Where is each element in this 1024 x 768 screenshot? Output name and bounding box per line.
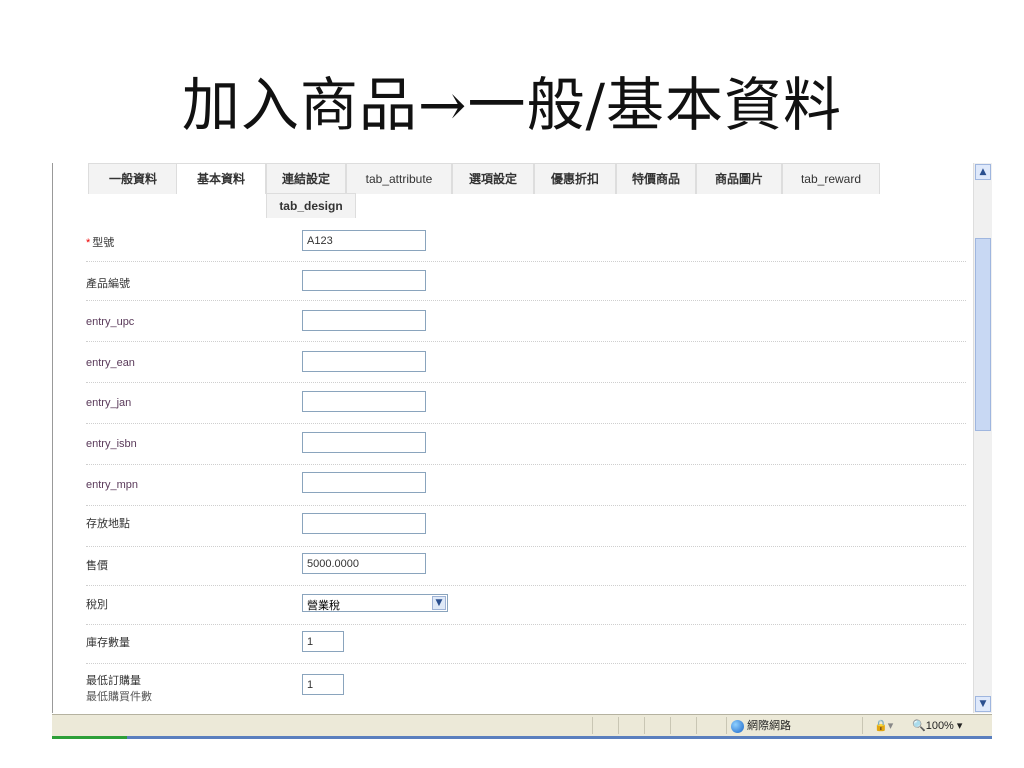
form-row-sku: 產品編號 bbox=[86, 262, 966, 301]
form-row-quantity: 庫存數量 bbox=[86, 625, 966, 664]
form-row-mpn: entry_mpn bbox=[86, 465, 966, 506]
sku-input[interactable] bbox=[302, 270, 426, 291]
magnifier-icon: 🔍 bbox=[912, 720, 926, 732]
price-label: 售價 bbox=[86, 560, 108, 572]
tax-class-select[interactable]: 營業稅 ▼ bbox=[302, 594, 448, 612]
tab-special[interactable]: 特價商品 bbox=[616, 163, 696, 194]
tab-options[interactable]: 選項設定 bbox=[452, 163, 534, 194]
vertical-scrollbar[interactable]: ▲ ▼ bbox=[973, 163, 992, 713]
chevron-down-icon[interactable]: ▼ bbox=[432, 596, 446, 610]
location-label: 存放地點 bbox=[86, 518, 130, 530]
status-divider bbox=[696, 717, 697, 734]
mpn-input[interactable] bbox=[302, 472, 426, 493]
isbn-input[interactable] bbox=[302, 432, 426, 453]
scroll-down-icon[interactable]: ▼ bbox=[975, 696, 991, 712]
required-mark: * bbox=[86, 237, 91, 249]
tab-general[interactable]: 一般資料 bbox=[88, 163, 178, 194]
status-divider bbox=[670, 717, 671, 734]
status-divider bbox=[618, 717, 619, 734]
tax-class-value: 營業稅 bbox=[307, 599, 340, 612]
tab-attribute[interactable]: tab_attribute bbox=[346, 163, 452, 194]
security-zone[interactable]: 網際網路 bbox=[731, 718, 791, 734]
ean-label: entry_ean bbox=[86, 357, 135, 369]
tab-reward[interactable]: tab_reward bbox=[782, 163, 880, 194]
location-input[interactable] bbox=[302, 513, 426, 534]
tab-image[interactable]: 商品圖片 bbox=[696, 163, 782, 194]
tab-data[interactable]: 基本資料 bbox=[176, 163, 266, 194]
quantity-label: 庫存數量 bbox=[86, 637, 130, 649]
form-row-price: 售價 bbox=[86, 547, 966, 586]
isbn-label: entry_isbn bbox=[86, 438, 137, 450]
form-row-model: * 型號 bbox=[86, 225, 966, 262]
status-divider bbox=[862, 717, 863, 734]
status-divider bbox=[592, 717, 593, 734]
quantity-input[interactable] bbox=[302, 631, 344, 652]
content-left-border bbox=[52, 163, 53, 713]
price-input[interactable] bbox=[302, 553, 426, 574]
protected-mode-icon[interactable]: 🔒▾ bbox=[874, 718, 893, 734]
zoom-control[interactable]: 🔍100% ▾ bbox=[912, 718, 962, 734]
form-row-upc: entry_upc bbox=[86, 301, 966, 342]
sku-label: 產品編號 bbox=[86, 278, 130, 290]
upc-label: entry_upc bbox=[86, 316, 135, 328]
tab-bar: 一般資料 基本資料 連結設定 tab_attribute 選項設定 優惠折扣 特… bbox=[88, 163, 938, 218]
status-divider bbox=[644, 717, 645, 734]
form-row-ean: entry_ean bbox=[86, 342, 966, 383]
globe-icon bbox=[731, 719, 744, 733]
model-input[interactable] bbox=[302, 230, 426, 251]
form-row-tax: 稅別 營業稅 ▼ bbox=[86, 586, 966, 625]
scroll-up-icon[interactable]: ▲ bbox=[975, 164, 991, 180]
taskbar-strip bbox=[52, 736, 992, 739]
form-row-isbn: entry_isbn bbox=[86, 424, 966, 465]
jan-label: entry_jan bbox=[86, 397, 132, 409]
status-bar: 網際網路 🔒▾ 🔍100% ▾ bbox=[52, 714, 992, 737]
ean-input[interactable] bbox=[302, 351, 426, 372]
mpn-label: entry_mpn bbox=[86, 479, 138, 491]
scroll-thumb[interactable] bbox=[975, 238, 991, 431]
tab-discount[interactable]: 優惠折扣 bbox=[534, 163, 616, 194]
minimum-input[interactable] bbox=[302, 674, 344, 695]
form-row-jan: entry_jan bbox=[86, 383, 966, 424]
jan-input[interactable] bbox=[302, 391, 426, 412]
minimum-sublabel: 最低購買件數 bbox=[86, 691, 152, 703]
form-row-minimum: 最低訂購量 最低購買件數 bbox=[86, 664, 966, 710]
tab-design[interactable]: tab_design bbox=[266, 193, 356, 218]
tab-links[interactable]: 連結設定 bbox=[266, 163, 346, 194]
status-divider bbox=[726, 717, 727, 734]
slide-title: 加入商品→一般/基本資料 bbox=[181, 71, 843, 139]
form-row-location: 存放地點 bbox=[86, 506, 966, 547]
minimum-label: 最低訂購量 最低購買件數 bbox=[86, 675, 152, 703]
upc-input[interactable] bbox=[302, 310, 426, 331]
model-label: * 型號 bbox=[86, 237, 115, 249]
tax-label: 稅別 bbox=[86, 599, 108, 611]
